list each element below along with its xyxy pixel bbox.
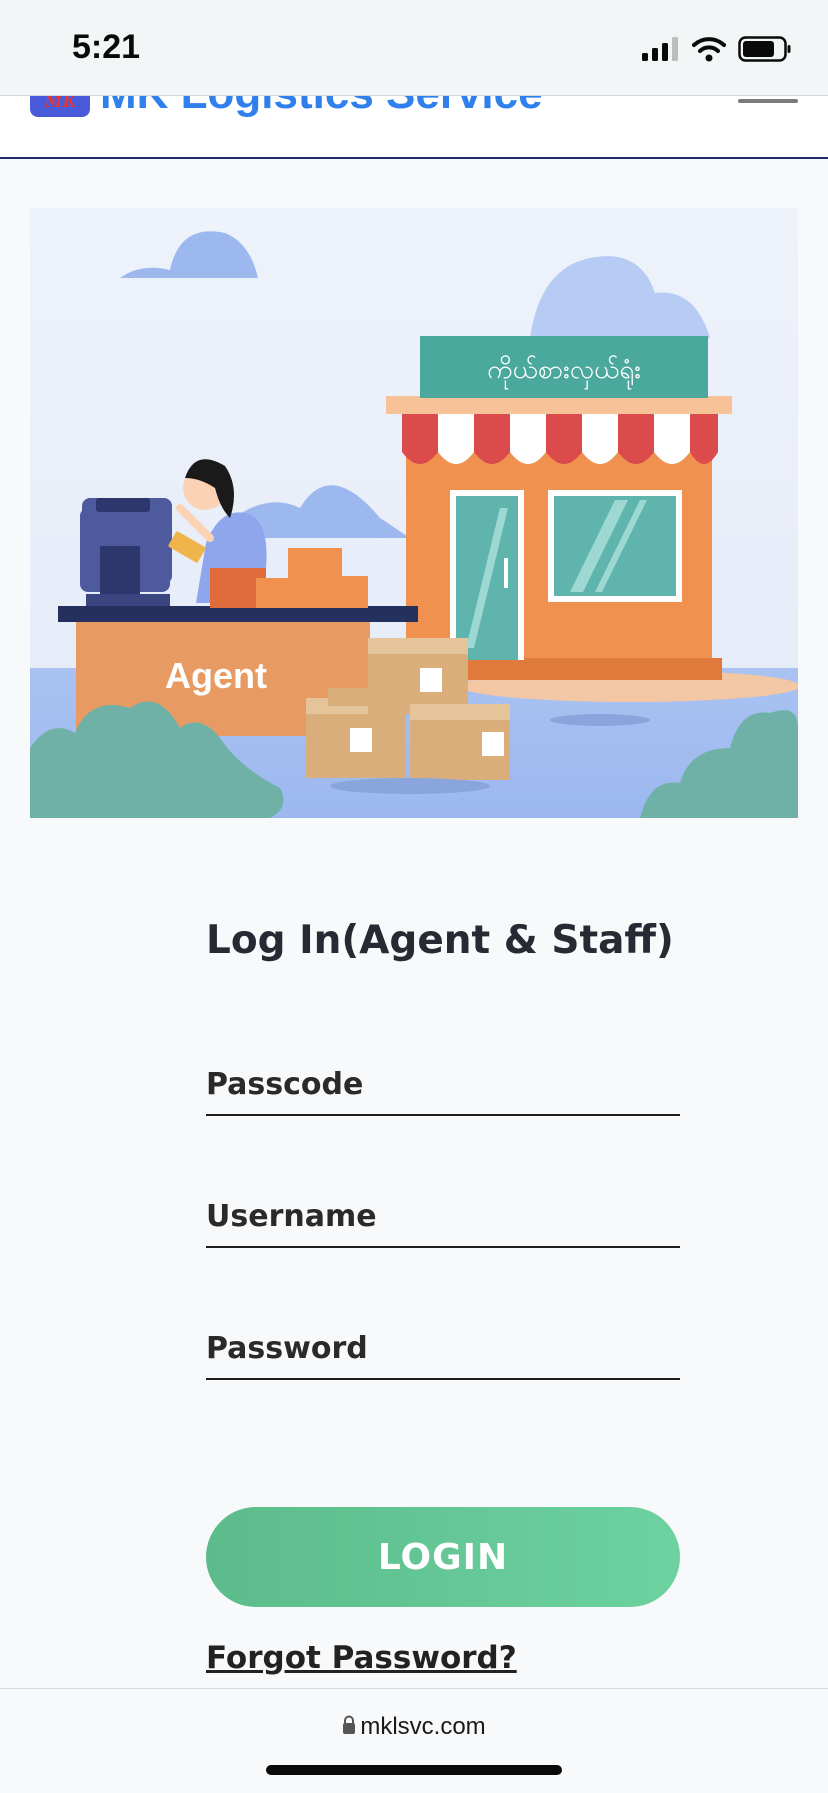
signal-icon — [642, 37, 678, 61]
status-icons — [642, 36, 792, 62]
password-field — [206, 1316, 680, 1380]
forgot-password-link[interactable]: Forgot Password? — [206, 1640, 517, 1676]
agent-label: Agent — [165, 655, 267, 696]
hero-illustration: ကိုယ်စားလှယ်ရုံး Agent — [30, 208, 798, 818]
brand-logo[interactable]: MK — [30, 95, 90, 117]
passcode-input[interactable] — [206, 1067, 680, 1102]
shop-sign: ကိုယ်စားလှယ်ရုံး — [487, 354, 641, 390]
status-time: 5:21 — [72, 28, 141, 66]
login-button[interactable]: LOGIN — [206, 1507, 680, 1607]
login-title: Log In(Agent & Staff) — [206, 918, 674, 963]
menu-icon[interactable] — [738, 99, 798, 103]
wifi-icon — [692, 37, 726, 62]
home-indicator[interactable] — [266, 1765, 562, 1775]
password-input[interactable] — [206, 1331, 680, 1366]
username-input[interactable] — [206, 1199, 680, 1234]
lock-icon — [343, 1715, 356, 1734]
battery-icon — [738, 36, 791, 62]
url-text: mklsvc.com — [360, 1713, 486, 1740]
app-header: MK MK Logistics Service — [0, 95, 828, 159]
passcode-field — [206, 1052, 680, 1116]
browser-url-bar: mklsvc.com — [0, 1688, 828, 1793]
status-bar: 5:21 — [0, 0, 828, 96]
url-display[interactable]: mklsvc.com — [0, 1713, 828, 1741]
brand-title[interactable]: MK Logistics Service — [100, 95, 543, 119]
username-field — [206, 1184, 680, 1248]
